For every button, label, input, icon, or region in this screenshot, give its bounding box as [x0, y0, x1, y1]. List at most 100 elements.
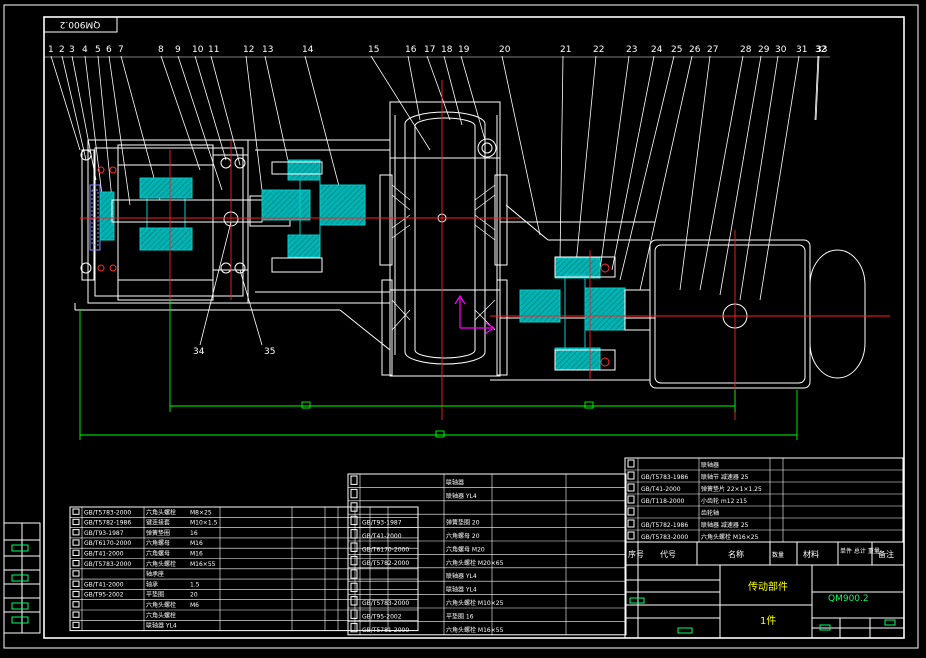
balloon-18: 18 [441, 45, 453, 55]
balloon-1: 1 [48, 45, 54, 55]
balloon-14: 14 [302, 45, 314, 55]
table-cell: GB/T5782-1986 [84, 520, 131, 527]
balloon-10: 10 [192, 45, 204, 55]
table-cell: 平垫圈 [146, 591, 164, 599]
balloon-24: 24 [651, 45, 663, 55]
balloon-16: 16 [405, 45, 417, 55]
balloon-6: 6 [106, 45, 112, 55]
balloon-35: 35 [264, 347, 275, 357]
table-cell: GB/T41-2000 [84, 551, 124, 558]
tb-header-code: 代号 [660, 549, 676, 559]
tb-header-weight: 单件 总计 重量 [840, 547, 880, 555]
table-cell: 六角头螺栓 [146, 601, 176, 609]
table-cell: 六角螺母 [146, 550, 170, 558]
tb-header-qty: 数量 [772, 551, 784, 559]
table-cell: GB/T6170-2000 [362, 546, 409, 553]
table-cell: 小齿轮 m12 z15 [701, 497, 747, 505]
balloon-20: 20 [499, 45, 511, 55]
table-cell: 20 [190, 592, 198, 599]
balloon-22: 22 [593, 45, 604, 55]
table-cell: 六角螺母 [146, 539, 170, 547]
balloon-33: 33 [816, 45, 827, 55]
table-cell: GB/T5783-2000 [84, 561, 131, 568]
table-cell: M6 [190, 602, 199, 609]
table-cell: 六角螺母 20 [446, 532, 480, 540]
tb-header-remark: 备注 [878, 549, 894, 559]
table-cell: 键连接套 [146, 519, 170, 527]
table-cell: GB/T5783-2000 [362, 600, 409, 607]
table-cell: M8×25 [190, 509, 212, 516]
table-cell: GB/T41-2000 [362, 533, 402, 540]
table-cell: 联轴器 YL4 [446, 492, 477, 500]
table-cell: 齿轮轴 [701, 509, 719, 517]
table-cell: 联轴节 减速器 25 [701, 473, 749, 481]
table-cell: 联轴器 [446, 478, 464, 486]
balloon-30: 30 [775, 45, 787, 55]
balloon-19: 19 [458, 45, 470, 55]
sheet-note: 1件 [760, 615, 776, 627]
table-cell: 联轴器 YL4 [446, 586, 477, 594]
table-cell: 六角头螺栓 [146, 508, 176, 516]
table-cell: 1.5 [190, 581, 200, 588]
table-cell: 轴承 [146, 580, 158, 588]
balloon-26: 26 [689, 45, 701, 55]
table-cell: GB/T5782-2000 [362, 560, 409, 567]
table-cell: GB/T5783-2000 [641, 534, 688, 541]
table-cell: M16 [190, 551, 203, 558]
tb-header-seq: 序号 [628, 549, 644, 559]
balloon-13: 13 [262, 45, 273, 55]
table-cell: 弹簧垫圈 [146, 529, 170, 537]
table-cell: 六角头螺栓 [146, 611, 176, 619]
table-cell: 轴承座 [146, 570, 164, 578]
table-cell: GB/T93-1987 [362, 520, 402, 527]
balloon-28: 28 [740, 45, 752, 55]
balloon-11: 11 [208, 45, 219, 55]
balloon-21: 21 [560, 45, 571, 55]
table-cell: GB/T95-2002 [362, 613, 402, 620]
table-cell: GB/T5783-1986 [641, 474, 688, 481]
table-cell: 联轴器 [701, 461, 719, 469]
table-cell: M10×1.5 [190, 520, 218, 527]
balloon-15: 15 [368, 45, 379, 55]
tb-header-material: 材料 [803, 549, 819, 559]
balloon-9: 9 [175, 45, 181, 55]
balloon-4: 4 [82, 45, 88, 55]
balloon-25: 25 [671, 45, 682, 55]
code-mirrored-text: QM900.2 [60, 19, 101, 29]
table-cell: GB/T118-2000 [641, 498, 685, 505]
table-cell: 六角头螺栓 M16×55 [446, 626, 504, 634]
drawing-code: QM900.2 [828, 594, 869, 604]
balloon-7: 7 [118, 45, 124, 55]
table-cell: 弹簧垫片 22×1×1.25 [701, 485, 762, 493]
table-cell: 六角头螺栓 M16×25 [701, 533, 759, 541]
table-cell: GB/T41-2000 [641, 486, 681, 493]
table-cell: 16 [190, 530, 198, 537]
table-cell: M16×55 [190, 561, 216, 568]
table-cell: 联轴器 YL4 [146, 622, 177, 630]
table-cell: 平垫圈 16 [446, 612, 474, 620]
table-cell: 六角头螺栓 M10×25 [446, 599, 504, 607]
cad-drawing-canvas: QM900.2 1 2 3 4 5 6 7 8 9 10 11 12 13 14 15 16 17 18 19 20 2… [0, 0, 926, 658]
table-cell: GB/T41-2000 [84, 581, 124, 588]
balloon-8: 8 [158, 45, 164, 55]
table-cell: GB/T93-1987 [84, 530, 124, 537]
table-cell: 六角头螺栓 [146, 560, 176, 568]
balloon-3: 3 [69, 45, 75, 55]
table-cell: 六角头螺栓 M20×65 [446, 559, 504, 567]
table-cell: GB/T5781-2000 [362, 627, 409, 634]
balloon-23: 23 [626, 45, 637, 55]
balloon-31: 31 [796, 45, 807, 55]
balloon-5: 5 [95, 45, 101, 55]
table-cell: GB/T6170-2000 [84, 540, 131, 547]
balloon-2: 2 [59, 45, 65, 55]
table-cell: GB/T5783-2000 [84, 509, 131, 516]
table-cell: 联轴器 减速器 25 [701, 521, 749, 529]
table-cell: 弹簧垫圈 20 [446, 519, 480, 527]
balloon-17: 17 [424, 45, 435, 55]
drawing-title: 传动部件 [748, 580, 788, 593]
balloon-29: 29 [758, 45, 770, 55]
tb-header-name: 名称 [728, 549, 744, 559]
table-cell: 联轴器 YL4 [446, 572, 477, 580]
balloon-12: 12 [243, 45, 254, 55]
table-cell: 六角螺母 M20 [446, 545, 485, 553]
